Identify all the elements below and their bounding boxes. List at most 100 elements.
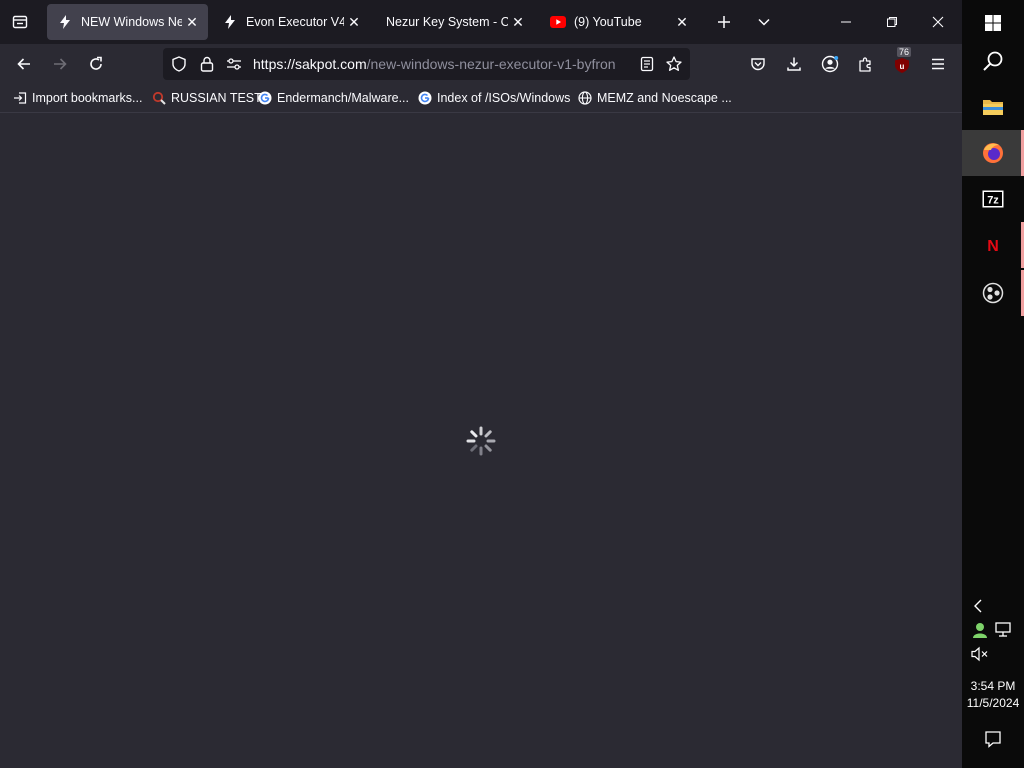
pocket-button[interactable] [746,52,770,76]
svg-text:7z: 7z [987,195,999,207]
import-icon [12,90,28,106]
bookmark-label: Import bookmarks... [32,91,143,105]
hamburger-menu-icon [932,58,944,70]
speaker-muted-icon[interactable] [968,644,992,664]
close-tab-icon[interactable]: ✕ [182,12,202,32]
show-hidden-icons-button[interactable] [966,596,990,616]
notification-icon [985,731,1001,748]
minimize-button[interactable] [834,10,858,34]
tracking-protection-shield-icon[interactable] [171,56,187,72]
account-button[interactable] [818,52,842,76]
reader-view-icon[interactable] [639,56,655,72]
firefox-view-button[interactable] [8,10,32,34]
action-center-button[interactable] [981,729,1005,749]
firefox-icon [983,143,1003,163]
clock-date: 11/5/2024 [966,696,1020,710]
windows-logo-icon [985,15,1001,31]
ublock-origin-button[interactable]: u 76 [890,47,914,76]
clock-time: 3:54 PM [970,679,1016,693]
restore-button[interactable] [880,10,904,34]
bookmark-index-of-isos-windows[interactable]: Index of /ISOs/Windows [417,89,570,107]
url-host: https://sakpot.com [253,56,367,72]
application-menu-button[interactable] [926,52,950,76]
lightning-icon [57,14,73,30]
ublock-origin-icon: u [895,58,909,73]
bookmark-label: Endermanch/Malware... [277,91,410,105]
url-bar[interactable]: https://sakpot.com/new-windows-nezur-exe… [163,48,690,80]
magnifier-favicon-icon [151,90,167,106]
google-icon [257,90,273,106]
tab-title: NEW Windows Ne [81,15,182,29]
close-tab-icon[interactable]: ✕ [344,12,364,32]
close-tab-icon[interactable]: ✕ [508,12,528,32]
account-icon [821,55,839,73]
lightning-icon [222,14,238,30]
close-tab-icon[interactable]: ✕ [672,12,692,32]
tab-strip: NEW Windows Ne ✕ Evon Executor V4 Di ✕ N… [0,0,962,44]
reload-button[interactable] [84,52,108,76]
plus-icon [718,16,730,28]
bookmark-label: Index of /ISOs/Windows [437,91,571,105]
globe-icon [577,90,593,106]
firefox-window: NEW Windows Ne ✕ Evon Executor V4 Di ✕ N… [0,0,962,768]
google-icon [417,90,433,106]
taskbar-clock[interactable]: 3:54 PM 11/5/2024 [962,678,1024,712]
navigation-toolbar: https://sakpot.com/new-windows-nezur-exe… [0,44,962,84]
bookmark-star-icon[interactable] [666,56,682,72]
svg-text:u: u [900,62,905,71]
new-tab-button[interactable] [712,10,736,34]
firefox-view-icon [12,15,28,29]
bookmark-label: RUSSIAN TEST [171,91,262,105]
7zip-taskbar-item[interactable]: 7z [962,176,1024,222]
list-all-tabs-button[interactable] [752,10,776,34]
bookmark-russian-test[interactable]: RUSSIAN TEST [151,89,262,107]
youtube-icon [550,14,566,30]
lock-icon[interactable] [199,56,215,72]
netflix-icon: N [987,238,999,254]
tab-nezur-key-system[interactable]: Nezur Key System - Cap ✕ [376,4,534,40]
downloads-button[interactable] [782,52,806,76]
chevron-down-icon [758,18,770,26]
close-icon [932,16,944,28]
tab-evon-executor[interactable]: Evon Executor V4 Di ✕ [212,4,370,40]
bookmark-endermanch-malware[interactable]: Endermanch/Malware... [257,89,409,107]
bookmark-label: MEMZ and Noescape ... [597,91,732,105]
tab-title: (9) YouTube [574,15,642,29]
download-icon [787,57,801,71]
svg-text:N: N [987,238,999,254]
bookmark-import-bookmarks[interactable]: Import bookmarks... [12,89,142,107]
back-arrow-icon [17,58,30,70]
restore-icon [887,17,897,27]
permissions-icon[interactable] [226,56,242,72]
loading-spinner-icon [466,426,496,456]
tab-title: Nezur Key System - Cap [386,15,508,29]
windows-taskbar: 7z N 3:54 PM 11/5/2024 [962,0,1024,768]
obs-studio-taskbar-item[interactable] [962,270,1024,316]
forward-button[interactable] [48,52,72,76]
page-content-area [0,113,962,768]
user-tray-icon[interactable] [968,620,992,640]
firefox-taskbar-item[interactable] [962,130,1024,176]
folder-icon [983,100,1003,115]
file-explorer-taskbar-item[interactable] [962,84,1024,130]
pocket-icon [751,58,765,71]
close-window-button[interactable] [926,10,950,34]
tab-youtube[interactable]: (9) YouTube ✕ [540,4,698,40]
search-button[interactable] [962,38,1024,84]
netflix-taskbar-item[interactable]: N [962,222,1024,268]
bookmark-memz-and-noescape[interactable]: MEMZ and Noescape ... [577,89,732,107]
search-icon [983,51,1003,71]
chevron-left-icon [974,599,982,613]
7zip-icon: 7z [982,190,1004,208]
forward-arrow-icon [54,58,67,70]
puzzle-piece-icon [859,57,871,72]
back-button[interactable] [12,52,36,76]
minimize-icon [841,21,851,23]
url-path: /new-windows-nezur-executor-v1-byfron [366,56,616,72]
network-icon[interactable] [992,620,1016,640]
url-text[interactable]: https://sakpot.com/new-windows-nezur-exe… [253,56,623,74]
extensions-button[interactable] [854,52,878,76]
reload-icon [90,56,102,70]
tab-new-windows-nezur[interactable]: NEW Windows Ne ✕ [47,4,208,40]
obs-studio-icon [982,282,1004,304]
